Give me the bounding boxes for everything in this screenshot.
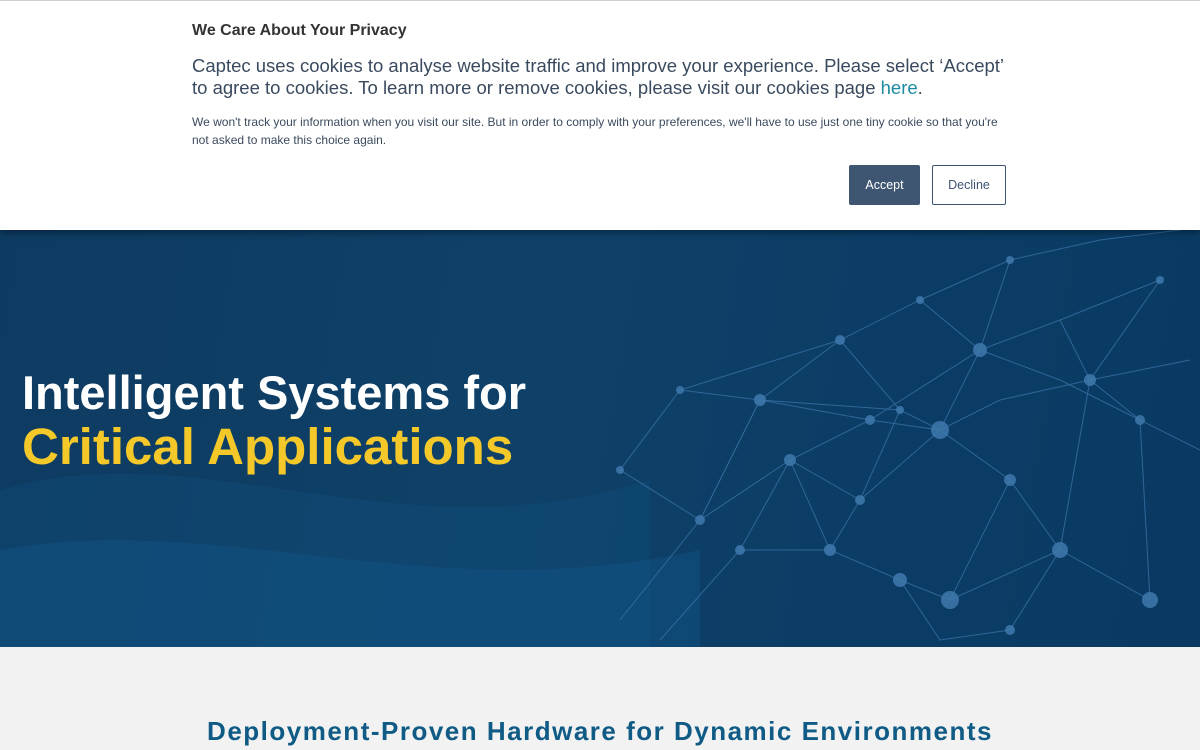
cookie-consent-banner: We Care About Your Privacy Captec uses c…	[0, 0, 1200, 230]
accept-button[interactable]: Accept	[849, 165, 920, 205]
hero-title: Intelligent Systems for Critical Applica…	[22, 366, 526, 474]
section-heading: Deployment-Proven Hardware for Dynamic E…	[207, 716, 993, 746]
decline-button[interactable]: Decline	[932, 165, 1006, 205]
cookie-banner-message-end: .	[917, 77, 923, 98]
cookie-banner-message: Captec uses cookies to analyse website t…	[192, 55, 1004, 99]
cookie-consent-content: We Care About Your Privacy Captec uses c…	[192, 1, 1006, 205]
network-globe-graphic	[616, 229, 1200, 641]
hero-title-line-1: Intelligent Systems for	[22, 366, 527, 419]
hero-title-line-2: Critical Applications	[22, 418, 514, 475]
cookie-banner-title: We Care About Your Privacy	[192, 22, 407, 39]
hardware-section: Deployment-Proven Hardware for Dynamic E…	[0, 647, 1200, 750]
cookies-page-link[interactable]: here	[881, 77, 918, 98]
cookie-actions: Accept Decline	[849, 165, 1006, 205]
cookie-banner-detail: We won't track your information when you…	[192, 115, 998, 147]
